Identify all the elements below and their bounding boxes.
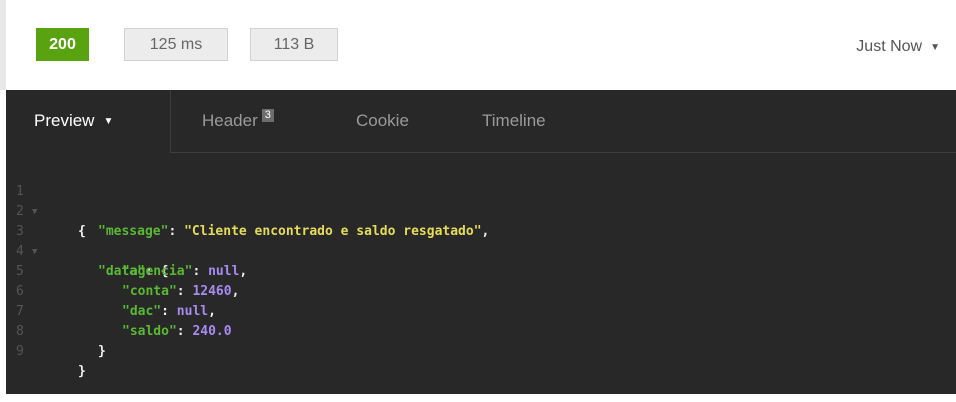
code-line: 6 "dac": null, xyxy=(16,284,216,319)
tab-header[interactable]: Header 3 xyxy=(202,90,274,152)
history-label: Just Now xyxy=(856,38,923,55)
tabs-underline xyxy=(170,152,956,153)
tab-divider xyxy=(170,90,171,153)
code-line: 5 "conta": 12460, xyxy=(16,264,240,299)
code-line: 8 } xyxy=(6,302,956,359)
code-line: 1 ▼ { xyxy=(6,162,956,239)
tab-timeline-label: Timeline xyxy=(482,111,546,130)
code-line: 4 "agencia": null, xyxy=(16,244,248,279)
tab-timeline[interactable]: Timeline xyxy=(482,90,546,152)
tab-cookie[interactable]: Cookie xyxy=(356,90,409,152)
response-tabs: Preview ▼ Header 3 Cookie Timeline xyxy=(6,90,956,153)
tab-preview-label: Preview xyxy=(34,111,95,130)
code-line: 3 ▼ "data": { xyxy=(16,224,169,279)
code-line: 9 } xyxy=(6,322,956,379)
line-number: 9 xyxy=(16,344,24,359)
response-size-badge: 113 B xyxy=(250,28,338,61)
caret-down-icon: ▼ xyxy=(930,41,940,53)
status-code-badge: 200 xyxy=(36,28,89,61)
json-brace: } xyxy=(78,364,86,379)
response-meta-bar: 200 125 ms 113 B Just Now ▼ xyxy=(0,0,956,90)
tab-cookie-label: Cookie xyxy=(356,111,409,130)
tab-preview[interactable]: Preview ▼ xyxy=(34,90,113,152)
response-panel: Preview ▼ Header 3 Cookie Timeline 1 ▼ {… xyxy=(6,90,956,394)
json-brace: } xyxy=(98,344,106,359)
header-count-badge: 3 xyxy=(261,108,274,122)
history-dropdown[interactable]: Just Now ▼ xyxy=(856,38,940,56)
caret-down-icon: ▼ xyxy=(103,115,114,127)
code-line: 2 "message": "Cliente encontrado e saldo… xyxy=(16,204,490,239)
tab-header-label: Header xyxy=(202,111,258,130)
code-line: 7 "saldo": 240.0 xyxy=(16,304,232,339)
response-time-badge: 125 ms xyxy=(124,28,228,61)
